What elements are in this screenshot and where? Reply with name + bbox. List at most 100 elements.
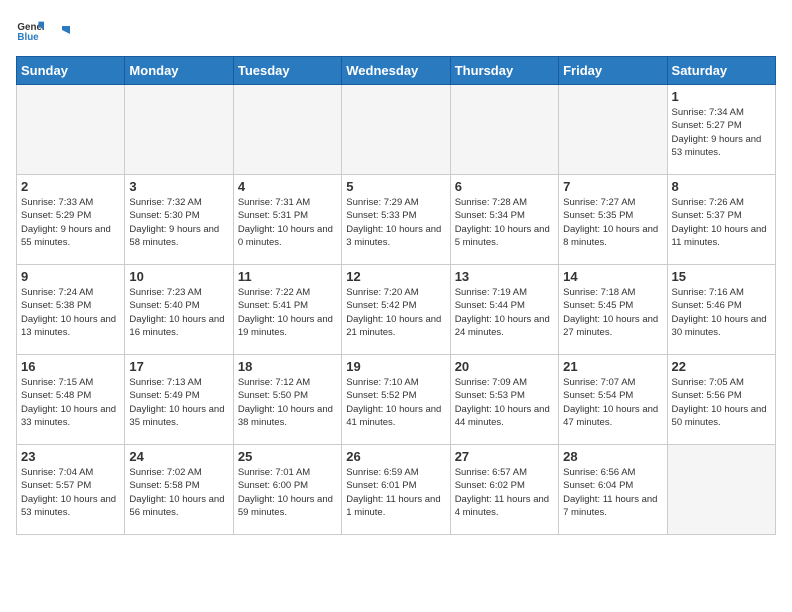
calendar-cell: 5Sunrise: 7:29 AM Sunset: 5:33 PM Daylig… <box>342 175 450 265</box>
calendar-cell: 21 Sunrise: 7:07 AM Sunset: 5:54 PM Dayli… <box>559 355 667 445</box>
calendar-cell: 23 Sunrise: 7:04 AM Sunset: 5:57 PM Dayli… <box>17 445 125 535</box>
day-number: 15 <box>672 269 771 284</box>
calendar-cell: 19 Sunrise: 7:10 AM Sunset: 5:52 PM Dayli… <box>342 355 450 445</box>
calendar-cell: 10 Sunrise: 7:23 AM Sunset: 5:40 PM Dayli… <box>125 265 233 355</box>
day-info: Sunrise: 7:02 AM Sunset: 5:58 PM Dayligh… <box>129 466 228 519</box>
day-info: Sunrise: 7:32 AM Sunset: 5:30 PM Dayligh… <box>129 196 228 249</box>
day-info: Sunrise: 7:34 AM Sunset: 5:27 PM Dayligh… <box>672 106 771 159</box>
calendar-cell: 25 Sunrise: 7:01 AM Sunset: 6:00 PM Dayli… <box>233 445 341 535</box>
day-number: 28 <box>563 449 662 464</box>
day-info: Sunrise: 7:13 AM Sunset: 5:49 PM Dayligh… <box>129 376 228 429</box>
day-info: Sunrise: 7:22 AM Sunset: 5:41 PM Dayligh… <box>238 286 337 339</box>
calendar-cell: 9 Sunrise: 7:24 AM Sunset: 5:38 PM Daylig… <box>17 265 125 355</box>
calendar-cell <box>17 85 125 175</box>
calendar-cell: 3 Sunrise: 7:32 AM Sunset: 5:30 PM Daylig… <box>125 175 233 265</box>
day-info: Sunrise: 7:24 AM Sunset: 5:38 PM Dayligh… <box>21 286 120 339</box>
day-info: Sunrise: 7:28 AM Sunset: 5:34 PM Dayligh… <box>455 196 554 249</box>
day-number: 7 <box>563 179 662 194</box>
calendar-cell <box>233 85 341 175</box>
day-info: Sunrise: 7:23 AM Sunset: 5:40 PM Dayligh… <box>129 286 228 339</box>
calendar-cell <box>450 85 558 175</box>
day-number: 19 <box>346 359 445 374</box>
calendar-cell: 14 Sunrise: 7:18 AM Sunset: 5:45 PM Dayli… <box>559 265 667 355</box>
calendar-cell: 26 Sunrise: 6:59 AM Sunset: 6:01 PM Dayli… <box>342 445 450 535</box>
day-number: 25 <box>238 449 337 464</box>
calendar-cell: 20Sunrise: 7:09 AM Sunset: 5:53 PM Dayli… <box>450 355 558 445</box>
day-number: 12 <box>346 269 445 284</box>
weekday-header-tuesday: Tuesday <box>233 57 341 85</box>
day-info: Sunrise: 7:33 AM Sunset: 5:29 PM Dayligh… <box>21 196 120 249</box>
day-info: Sunrise: 7:18 AM Sunset: 5:45 PM Dayligh… <box>563 286 662 339</box>
header: General Blue <box>16 16 776 44</box>
day-number: 9 <box>21 269 120 284</box>
day-info: Sunrise: 6:59 AM Sunset: 6:01 PM Dayligh… <box>346 466 445 519</box>
calendar-cell: 22 Sunrise: 7:05 AM Sunset: 5:56 PM Dayli… <box>667 355 775 445</box>
day-number: 22 <box>672 359 771 374</box>
day-info: Sunrise: 7:26 AM Sunset: 5:37 PM Dayligh… <box>672 196 771 249</box>
calendar-cell: 17 Sunrise: 7:13 AM Sunset: 5:49 PM Dayli… <box>125 355 233 445</box>
calendar-cell: 28 Sunrise: 6:56 AM Sunset: 6:04 PM Dayli… <box>559 445 667 535</box>
day-info: Sunrise: 7:01 AM Sunset: 6:00 PM Dayligh… <box>238 466 337 519</box>
calendar-cell: 11Sunrise: 7:22 AM Sunset: 5:41 PM Dayli… <box>233 265 341 355</box>
day-info: Sunrise: 7:04 AM Sunset: 5:57 PM Dayligh… <box>21 466 120 519</box>
week-row-4: 23 Sunrise: 7:04 AM Sunset: 5:57 PM Dayli… <box>17 445 776 535</box>
logo-icon: General Blue <box>16 16 44 44</box>
day-info: Sunrise: 6:56 AM Sunset: 6:04 PM Dayligh… <box>563 466 662 519</box>
day-info: Sunrise: 7:20 AM Sunset: 5:42 PM Dayligh… <box>346 286 445 339</box>
day-number: 10 <box>129 269 228 284</box>
calendar-cell <box>342 85 450 175</box>
day-number: 23 <box>21 449 120 464</box>
calendar-cell: 24 Sunrise: 7:02 AM Sunset: 5:58 PM Dayli… <box>125 445 233 535</box>
calendar-cell: 16 Sunrise: 7:15 AM Sunset: 5:48 PM Dayli… <box>17 355 125 445</box>
calendar-cell: 2 Sunrise: 7:33 AM Sunset: 5:29 PM Daylig… <box>17 175 125 265</box>
day-number: 26 <box>346 449 445 464</box>
calendar-cell: 18 Sunrise: 7:12 AM Sunset: 5:50 PM Dayli… <box>233 355 341 445</box>
day-number: 8 <box>672 179 771 194</box>
weekday-header-row: SundayMondayTuesdayWednesdayThursdayFrid… <box>17 57 776 85</box>
day-number: 24 <box>129 449 228 464</box>
week-row-2: 9 Sunrise: 7:24 AM Sunset: 5:38 PM Daylig… <box>17 265 776 355</box>
week-row-0: 1 Sunrise: 7:34 AM Sunset: 5:27 PM Daylig… <box>17 85 776 175</box>
day-info: Sunrise: 7:05 AM Sunset: 5:56 PM Dayligh… <box>672 376 771 429</box>
day-number: 1 <box>672 89 771 104</box>
calendar-cell: 15 Sunrise: 7:16 AM Sunset: 5:46 PM Dayli… <box>667 265 775 355</box>
day-number: 18 <box>238 359 337 374</box>
calendar-cell: 27 Sunrise: 6:57 AM Sunset: 6:02 PM Dayli… <box>450 445 558 535</box>
day-number: 27 <box>455 449 554 464</box>
logo: General Blue <box>16 16 70 44</box>
day-number: 17 <box>129 359 228 374</box>
day-info: Sunrise: 7:12 AM Sunset: 5:50 PM Dayligh… <box>238 376 337 429</box>
day-number: 14 <box>563 269 662 284</box>
day-number: 21 <box>563 359 662 374</box>
weekday-header-saturday: Saturday <box>667 57 775 85</box>
calendar-cell: 1 Sunrise: 7:34 AM Sunset: 5:27 PM Daylig… <box>667 85 775 175</box>
logo-bird-icon <box>50 22 70 42</box>
calendar-cell: 4 Sunrise: 7:31 AM Sunset: 5:31 PM Daylig… <box>233 175 341 265</box>
day-info: Sunrise: 7:27 AM Sunset: 5:35 PM Dayligh… <box>563 196 662 249</box>
calendar-cell: 12 Sunrise: 7:20 AM Sunset: 5:42 PM Dayli… <box>342 265 450 355</box>
day-info: Sunrise: 6:57 AM Sunset: 6:02 PM Dayligh… <box>455 466 554 519</box>
calendar-cell: 7 Sunrise: 7:27 AM Sunset: 5:35 PM Daylig… <box>559 175 667 265</box>
calendar-cell: 13 Sunrise: 7:19 AM Sunset: 5:44 PM Dayli… <box>450 265 558 355</box>
day-number: 3 <box>129 179 228 194</box>
week-row-1: 2 Sunrise: 7:33 AM Sunset: 5:29 PM Daylig… <box>17 175 776 265</box>
calendar-table: SundayMondayTuesdayWednesdayThursdayFrid… <box>16 56 776 535</box>
day-number: 16 <box>21 359 120 374</box>
weekday-header-friday: Friday <box>559 57 667 85</box>
svg-text:Blue: Blue <box>17 32 39 43</box>
day-info: Sunrise: 7:10 AM Sunset: 5:52 PM Dayligh… <box>346 376 445 429</box>
day-number: 4 <box>238 179 337 194</box>
calendar-cell <box>559 85 667 175</box>
day-info: Sunrise: 7:16 AM Sunset: 5:46 PM Dayligh… <box>672 286 771 339</box>
day-info: Sunrise: 7:09 AM Sunset: 5:53 PM Dayligh… <box>455 376 554 429</box>
day-number: 2 <box>21 179 120 194</box>
weekday-header-sunday: Sunday <box>17 57 125 85</box>
day-number: 6 <box>455 179 554 194</box>
day-info: Sunrise: 7:31 AM Sunset: 5:31 PM Dayligh… <box>238 196 337 249</box>
day-info: Sunrise: 7:07 AM Sunset: 5:54 PM Dayligh… <box>563 376 662 429</box>
weekday-header-wednesday: Wednesday <box>342 57 450 85</box>
day-info: Sunrise: 7:19 AM Sunset: 5:44 PM Dayligh… <box>455 286 554 339</box>
day-info: Sunrise: 7:15 AM Sunset: 5:48 PM Dayligh… <box>21 376 120 429</box>
weekday-header-thursday: Thursday <box>450 57 558 85</box>
day-number: 13 <box>455 269 554 284</box>
